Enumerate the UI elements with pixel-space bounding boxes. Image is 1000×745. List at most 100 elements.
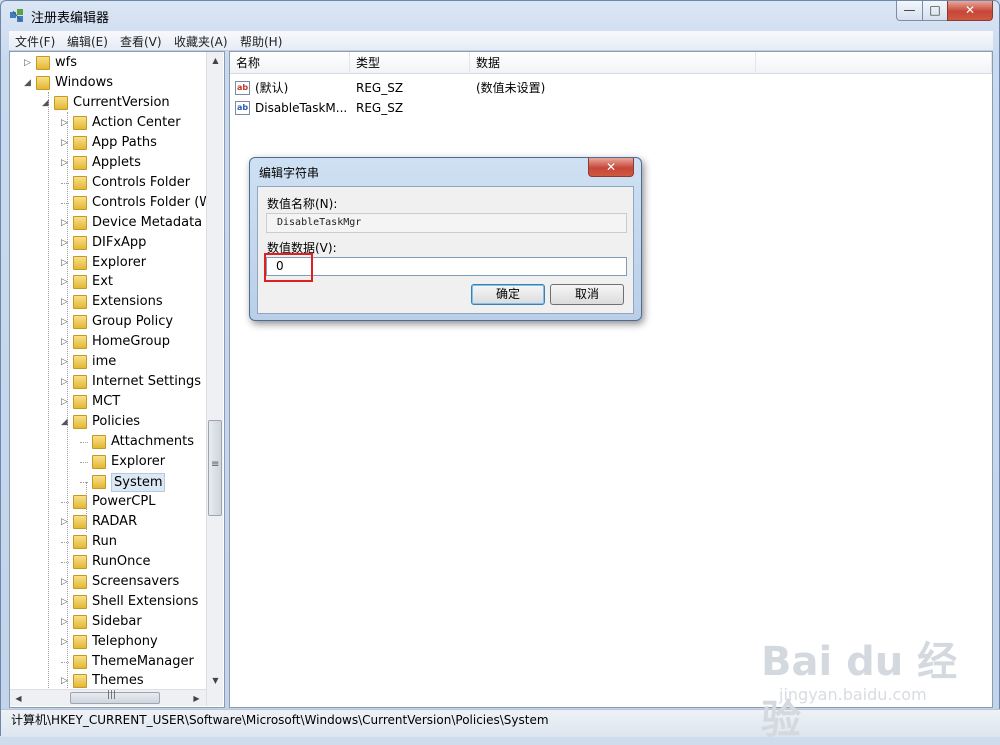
- expand-arrow-icon[interactable]: ▷: [61, 312, 71, 332]
- collapse-arrow-icon[interactable]: ◢: [61, 412, 71, 432]
- expand-arrow-icon[interactable]: ▷: [61, 612, 71, 632]
- tree-item[interactable]: Attachments: [10, 432, 210, 452]
- registry-tree[interactable]: ▷ wfs ◢ Windows ◢ CurrentVersion ▷ Action Cente…: [9, 51, 225, 712]
- tree-item[interactable]: System: [10, 472, 210, 492]
- folder-icon: [73, 355, 87, 370]
- tree-item[interactable]: ▷ Sidebar: [10, 612, 210, 632]
- tree-item[interactable]: ◢ Policies: [10, 412, 210, 432]
- value-name-label: 数值名称(N):: [267, 197, 338, 211]
- scroll-down-arrow-icon[interactable]: ▼: [207, 672, 224, 689]
- tree-item[interactable]: ▷ Shell Extensions: [10, 592, 210, 612]
- tree-item[interactable]: ▷ Explorer: [10, 253, 210, 273]
- folder-icon: [73, 574, 87, 589]
- tree-item-label: Internet Settings: [92, 374, 202, 390]
- cancel-button[interactable]: 取消: [550, 284, 624, 305]
- value-row[interactable]: ab (默认) REG_SZ (数值未设置): [230, 78, 630, 98]
- tree-item[interactable]: ▷ Extensions: [10, 292, 210, 312]
- tree-item[interactable]: RunOnce: [10, 552, 210, 572]
- menu-help[interactable]: 帮助(H): [240, 33, 282, 50]
- hscroll-thumb[interactable]: |||: [70, 690, 160, 704]
- menu-favorites[interactable]: 收藏夹(A): [174, 33, 228, 50]
- expand-arrow-icon[interactable]: ▷: [61, 153, 71, 173]
- tree-item[interactable]: ▷ DIFxApp: [10, 233, 210, 253]
- tree-item[interactable]: ◢ CurrentVersion: [10, 93, 210, 113]
- expand-arrow-icon[interactable]: ▷: [61, 133, 71, 153]
- expand-arrow-icon[interactable]: ▷: [61, 292, 71, 312]
- folder-icon: [73, 315, 87, 330]
- tree-vertical-scrollbar[interactable]: ▲ ≡ ▼: [206, 52, 223, 706]
- tree-item[interactable]: Run: [10, 532, 210, 552]
- tree-item[interactable]: ▷ wfs: [10, 53, 210, 73]
- maximize-button[interactable]: □: [922, 1, 948, 21]
- tree-item[interactable]: ▷ Ext: [10, 272, 210, 292]
- tree-item-label: HomeGroup: [92, 334, 170, 350]
- tree-connector: [80, 442, 88, 444]
- expand-arrow-icon[interactable]: ▷: [61, 272, 71, 292]
- tree-horizontal-scrollbar[interactable]: ◀ ||| ▶: [10, 689, 206, 706]
- close-button[interactable]: ✕: [947, 1, 993, 21]
- tree-item[interactable]: ▷ RADAR: [10, 512, 210, 532]
- expand-arrow-icon[interactable]: ▷: [24, 53, 34, 73]
- folder-icon: [73, 674, 87, 689]
- tree-item[interactable]: ▷ Applets: [10, 153, 210, 173]
- expand-arrow-icon[interactable]: ▷: [61, 632, 71, 652]
- tree-item[interactable]: ▷ Group Policy: [10, 312, 210, 332]
- expand-arrow-icon[interactable]: ▷: [61, 113, 71, 133]
- tree-item-label: Windows: [55, 74, 114, 90]
- expand-arrow-icon[interactable]: ▷: [61, 572, 71, 592]
- expand-arrow-icon[interactable]: ▷: [61, 372, 71, 392]
- tree-item-label: Telephony: [92, 633, 158, 649]
- tree-item[interactable]: ▷ Screensavers: [10, 572, 210, 592]
- collapse-arrow-icon[interactable]: ◢: [24, 73, 34, 93]
- tree-item[interactable]: PowerCPL: [10, 492, 210, 512]
- tree-item-label: PowerCPL: [92, 493, 156, 509]
- expand-arrow-icon[interactable]: ▷: [61, 352, 71, 372]
- tree-item[interactable]: Controls Folder: [10, 173, 210, 193]
- folder-icon: [73, 335, 87, 350]
- value-row[interactable]: ab DisableTaskM... REG_SZ: [230, 98, 630, 118]
- tree-item[interactable]: Controls Folder (W: [10, 193, 212, 213]
- tree-item[interactable]: ThemeManager: [10, 652, 210, 672]
- column-header-type[interactable]: 类型: [350, 52, 470, 74]
- value-list[interactable]: 名称 类型 数据 ab (默认) REG_SZ (数值未设置) ab Disab…: [229, 51, 993, 708]
- menu-view[interactable]: 查看(V): [120, 33, 162, 50]
- grip-icon: ≡: [211, 459, 220, 470]
- tree-item[interactable]: ▷ Internet Settings: [10, 372, 210, 392]
- tree-item[interactable]: ▷ Telephony: [10, 632, 210, 652]
- scroll-up-arrow-icon[interactable]: ▲: [207, 52, 224, 69]
- scroll-right-arrow-icon[interactable]: ▶: [188, 690, 205, 707]
- scroll-left-arrow-icon[interactable]: ◀: [10, 690, 27, 707]
- tree-item[interactable]: ▷ App Paths: [10, 133, 210, 153]
- tree-guide-line: [48, 92, 49, 712]
- expand-arrow-icon[interactable]: ▷: [61, 332, 71, 352]
- expand-arrow-icon[interactable]: ▷: [61, 512, 71, 532]
- value-type: REG_SZ: [356, 81, 404, 95]
- tree-item-label: RunOnce: [92, 553, 151, 569]
- value-data-input[interactable]: 0: [266, 257, 627, 276]
- tree-item-label: Action Center: [92, 114, 181, 130]
- ok-button[interactable]: 确定: [471, 284, 545, 305]
- tree-item-label: RADAR: [92, 513, 138, 529]
- menu-edit[interactable]: 编辑(E): [67, 33, 108, 50]
- expand-arrow-icon[interactable]: ▷: [61, 233, 71, 253]
- string-value-icon: ab: [235, 101, 250, 115]
- tree-item[interactable]: ▷ Device Metadata: [10, 213, 210, 233]
- menu-file[interactable]: 文件(F): [15, 33, 55, 50]
- tree-item[interactable]: Explorer: [10, 452, 210, 472]
- tree-item[interactable]: ▷ MCT: [10, 392, 210, 412]
- minimize-button[interactable]: —: [896, 1, 923, 21]
- collapse-arrow-icon[interactable]: ◢: [42, 93, 52, 113]
- tree-item[interactable]: ▷ ime: [10, 352, 210, 372]
- tree-item[interactable]: ▷ Action Center: [10, 113, 210, 133]
- column-header-data[interactable]: 数据: [470, 52, 756, 74]
- expand-arrow-icon[interactable]: ▷: [61, 213, 71, 233]
- expand-arrow-icon[interactable]: ▷: [61, 253, 71, 273]
- scroll-thumb[interactable]: ≡: [208, 420, 222, 516]
- column-header-name[interactable]: 名称: [230, 52, 350, 74]
- dialog-close-button[interactable]: ✕: [588, 158, 634, 177]
- expand-arrow-icon[interactable]: ▷: [61, 592, 71, 612]
- expand-arrow-icon[interactable]: ▷: [61, 392, 71, 412]
- tree-connector: [80, 462, 88, 463]
- tree-item[interactable]: ▷ HomeGroup: [10, 332, 210, 352]
- tree-item[interactable]: ◢ Windows: [10, 73, 210, 93]
